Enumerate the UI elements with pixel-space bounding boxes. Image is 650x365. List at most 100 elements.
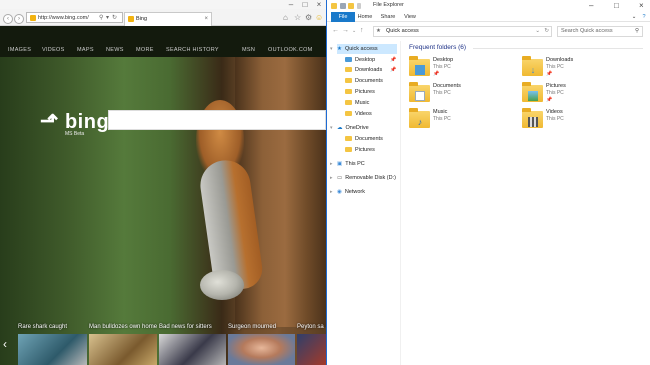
folder-tile-downloads[interactable]: ↓ Downloads This PC 📌: [522, 56, 632, 81]
tab-title: Bing: [136, 16, 148, 22]
up-arrow-icon[interactable]: ↑: [360, 27, 364, 35]
folder-name: Music: [433, 109, 448, 115]
minimize-icon[interactable]: –: [284, 0, 298, 9]
settings-gear-icon[interactable]: ⚙: [305, 13, 312, 23]
nav-item-downloads[interactable]: Downloads: [345, 65, 382, 75]
tab-share[interactable]: Share: [378, 12, 398, 22]
favorites-star-icon[interactable]: ☆: [294, 13, 301, 23]
news-thumbnail[interactable]: [297, 334, 326, 365]
nav-msn[interactable]: MSN: [242, 47, 255, 53]
nav-item-pictures[interactable]: Pictures: [345, 87, 375, 97]
folder-tile-videos[interactable]: Videos This PC: [522, 108, 632, 133]
tab-favicon-icon: [128, 16, 134, 22]
folder-location: This PC: [433, 116, 451, 122]
refresh-icon[interactable]: ↻: [112, 13, 117, 23]
address-path[interactable]: ★ Quick access ⌄ ↻: [373, 26, 552, 37]
address-bar[interactable]: http://www.bing.com/ ⚲ ▾ ↻: [26, 12, 123, 23]
expand-chevron-icon[interactable]: ▸: [330, 187, 333, 197]
pin-icon[interactable]: 📌: [390, 67, 396, 73]
folder-tile-pictures[interactable]: Pictures This PC 📌: [522, 82, 632, 107]
help-icon[interactable]: ?: [640, 12, 648, 22]
explorer-title: File Explorer: [373, 2, 404, 8]
back-arrow-icon[interactable]: ←: [332, 27, 339, 35]
news-headline[interactable]: Man bulldozes own home: [89, 324, 157, 330]
nav-item-removable-disk[interactable]: ▭ Removable Disk (D:): [337, 173, 396, 183]
forward-button[interactable]: ›: [14, 14, 24, 24]
quick-access-toolbar-dropdown-icon[interactable]: [357, 3, 361, 9]
recent-locations-icon[interactable]: ⌄: [352, 27, 356, 35]
nav-search-history[interactable]: SEARCH HISTORY: [166, 47, 219, 53]
folder-tile-desktop[interactable]: Desktop This PC 📌: [409, 56, 519, 81]
maximize-icon[interactable]: □: [298, 0, 312, 9]
nav-item-this-pc[interactable]: ▣ This PC: [337, 159, 365, 169]
tab-close-icon[interactable]: ×: [204, 13, 208, 25]
tab-file[interactable]: File: [331, 12, 355, 22]
news-thumbnail[interactable]: [159, 334, 226, 365]
bing-top-nav: IMAGES VIDEOS MAPS NEWS MORE SEARCH HIST…: [0, 26, 326, 57]
expand-chevron-icon[interactable]: ▸: [330, 159, 333, 169]
search-icon[interactable]: ⚲: [99, 13, 103, 23]
nav-item-desktop[interactable]: Desktop: [345, 55, 375, 65]
path-dropdown-icon[interactable]: ⌄: [535, 27, 540, 36]
documents-folder-icon: [345, 78, 352, 83]
tab-home[interactable]: Home: [355, 12, 375, 22]
minimize-icon[interactable]: –: [589, 0, 593, 12]
nav-news[interactable]: NEWS: [106, 47, 124, 53]
quick-access-star-icon: ★: [337, 46, 342, 52]
nav-item-videos[interactable]: Videos: [345, 109, 372, 119]
download-arrow-icon: ↓: [530, 65, 536, 75]
news-headline[interactable]: Bad news for sitters: [159, 324, 212, 330]
nav-item-quick-access[interactable]: ★ Quick access: [337, 44, 397, 54]
bing-search-input[interactable]: [108, 110, 326, 130]
news-headline[interactable]: Peyton sa: [297, 324, 324, 330]
news-thumbnail[interactable]: [228, 334, 295, 365]
browser-tab[interactable]: Bing ×: [124, 12, 212, 26]
screen: – □ × ‹ › http://www.bing.com/ ⚲ ▾ ↻ Bin…: [0, 0, 650, 365]
home-icon[interactable]: ⌂: [283, 13, 288, 23]
nav-outlook[interactable]: OUTLOOK.COM: [268, 47, 313, 53]
collapse-chevron-icon[interactable]: ▾: [330, 44, 333, 54]
back-button[interactable]: ‹: [3, 14, 13, 24]
new-folder-icon[interactable]: [348, 3, 354, 9]
folder-name: Pictures: [546, 83, 566, 89]
folder-location: This PC: [546, 64, 564, 70]
dropdown-icon[interactable]: ▾: [106, 13, 109, 23]
expand-chevron-icon[interactable]: ▸: [330, 173, 333, 183]
nav-maps[interactable]: MAPS: [77, 47, 94, 53]
nav-videos[interactable]: VIDEOS: [42, 47, 65, 53]
folder-icon: [331, 3, 337, 9]
explorer-search-input[interactable]: Search Quick access ⚲: [557, 26, 643, 37]
pin-icon: 📌: [433, 71, 440, 77]
forward-arrow-icon[interactable]: →: [342, 27, 349, 35]
downloads-folder-icon: [345, 67, 352, 72]
folder-icon: [345, 136, 352, 141]
folder-tile-music[interactable]: ♪ Music This PC: [409, 108, 519, 133]
nav-more[interactable]: MORE: [136, 47, 154, 53]
nav-item-music[interactable]: Music: [345, 98, 369, 108]
collapse-chevron-icon[interactable]: ▾: [330, 123, 333, 133]
refresh-icon[interactable]: ↻: [544, 27, 549, 36]
expand-ribbon-icon[interactable]: ⌄: [630, 12, 638, 22]
folder-tile-documents[interactable]: Documents This PC: [409, 82, 519, 107]
navigation-pane: ▾ ★ Quick access Desktop 📌 Downloads 📌 Do…: [327, 41, 401, 365]
nav-item-documents[interactable]: Documents: [345, 76, 383, 86]
nav-images[interactable]: IMAGES: [8, 47, 31, 53]
nav-item-network[interactable]: ◉ Network: [337, 187, 365, 197]
smiley-feedback-icon[interactable]: ☺: [315, 13, 323, 23]
close-icon[interactable]: ×: [312, 0, 326, 9]
tab-view[interactable]: View: [400, 12, 420, 22]
close-icon[interactable]: ×: [639, 0, 644, 12]
maximize-icon[interactable]: □: [614, 0, 619, 12]
pin-icon[interactable]: 📌: [390, 57, 396, 63]
nav-item-onedrive-pictures[interactable]: Pictures: [345, 145, 375, 155]
news-thumbnail[interactable]: [89, 334, 157, 365]
computer-icon: ▣: [337, 161, 343, 167]
news-thumbnail[interactable]: [18, 334, 87, 365]
desktop-icon: [345, 57, 352, 62]
properties-icon[interactable]: [340, 3, 346, 9]
nav-item-onedrive-documents[interactable]: Documents: [345, 134, 383, 144]
news-headline[interactable]: Surgeon mourned: [228, 324, 276, 330]
nav-item-onedrive[interactable]: ☁ OneDrive: [337, 123, 369, 133]
news-headline[interactable]: Rare shark caught: [18, 324, 67, 330]
section-title[interactable]: Frequent folders (6): [409, 44, 466, 51]
